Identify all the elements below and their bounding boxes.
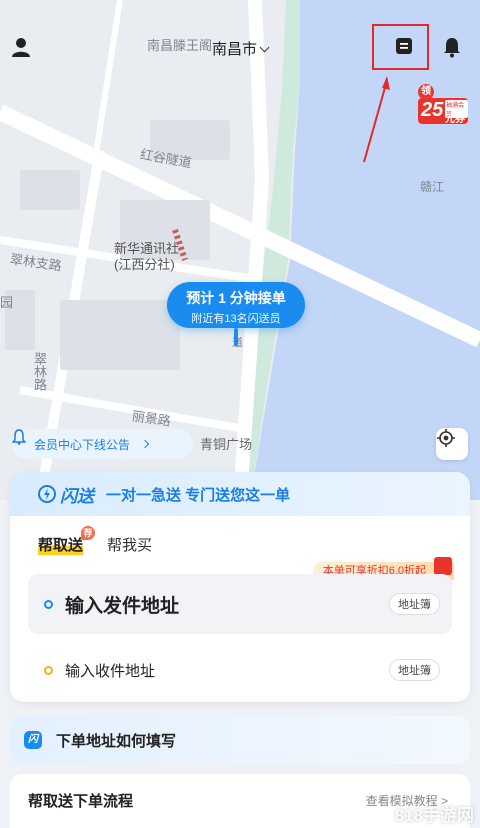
coupon-amount: 25 [421,99,444,121]
receiver-address-field[interactable]: 输入收件地址 地址簿 [28,648,452,692]
card-header: 闪送 一对一急送 专门送您这一单 [10,472,470,516]
coupon-box: 25 袖满会员 元券 [418,98,468,125]
order-card: 闪送 一对一急送 专门送您这一单 帮取送 荐 帮我买 本单可享折扣6.0折起 输… [10,472,470,702]
address-help-text: 下单地址如何填写 [56,732,177,750]
tab-buy-for-me[interactable]: 帮我买 [107,534,152,555]
map-view[interactable]: 南昌滕王阁 红谷隧道 赣江 新华通讯社 (江西分社) 翠林支路 翠林路 园 丽景… [0,0,480,500]
receiver-dot-icon [44,665,53,675]
address-help-banner[interactable]: 闪 下单地址如何填写 [10,716,470,764]
recommend-badge: 荐 [81,526,96,540]
notice-text: 会员中心下线公告 [34,437,131,452]
receiver-address-placeholder: 输入收件地址 [65,662,156,680]
eta-subtitle: 附近有13名闪送员 [191,313,281,325]
map-canvas [0,0,480,500]
annotation-highlight-box [372,24,429,70]
coupon-unit: 元券 [445,114,465,125]
sender-dot-icon [44,599,53,609]
watermark: 818手游网 [394,806,474,825]
eta-bubble: 预计 1 分钟接单 附近有13名闪送员 [167,282,305,328]
tab-label: 帮取送 [38,537,84,554]
map-label: 青铜广场 [200,437,253,452]
road-north [92,0,123,161]
map-label: 园 [0,295,14,310]
map-label: 赣江 [420,180,445,194]
address-book-button[interactable]: 地址簿 [389,659,440,681]
eta-title: 预计 1 分钟接单 [186,290,286,306]
coupon-badge[interactable]: 领 25 袖满会员 元券 [418,84,468,126]
flash-icon [38,485,56,503]
map-label: (江西分社) [114,257,175,272]
tab-label: 帮我买 [107,537,153,554]
gift-icon [434,557,452,575]
locate-icon [437,429,455,447]
locate-button[interactable] [436,428,468,460]
annotation-arrow [363,76,390,163]
map-label: 翠林路 [32,352,47,391]
order-flow-title: 帮取送下单流程 [28,793,134,810]
notice-banner[interactable]: 会员中心下线公告 [12,429,193,459]
bell-outline-icon [12,429,26,445]
address-book-button[interactable]: 地址簿 [389,593,440,615]
sender-address-placeholder: 输入发件地址 [65,595,180,617]
city-name: 南昌市 [211,41,257,58]
tab-pickup-delivery[interactable]: 帮取送 荐 [38,526,96,555]
chevron-down-icon [259,42,270,53]
brand-slogan: 一对一急送 专门送您这一单 [106,486,291,504]
flash-logo-icon: 闪 [24,731,42,749]
bell-icon[interactable] [442,36,466,60]
chevron-right-icon [140,439,150,449]
location-pin-stem [234,328,238,346]
sender-address-field[interactable]: 输入发件地址 地址簿 [28,574,452,634]
brand-name: 闪送 [60,486,94,506]
service-tabs: 帮取送 荐 帮我买 [38,526,176,555]
